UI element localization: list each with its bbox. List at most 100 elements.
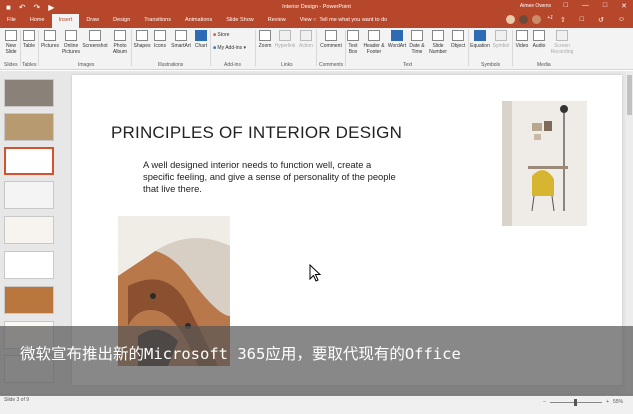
ribbon-tabs: File Home Insert Draw Design Transitions… xyxy=(0,14,319,28)
tab-home[interactable]: Home xyxy=(23,14,52,28)
group-label-slides: Slides xyxy=(4,62,18,68)
icons-button[interactable]: Icons xyxy=(152,30,168,49)
activity-icon[interactable]: ↺ xyxy=(598,16,604,24)
video-icon xyxy=(516,30,528,41)
slide-body-text[interactable]: A well designed interior needs to functi… xyxy=(143,159,405,195)
minimize-icon[interactable]: — xyxy=(582,2,589,10)
group-label-media: Media xyxy=(537,62,551,68)
avatar[interactable] xyxy=(519,15,529,24)
zoom-button[interactable]: Zoom xyxy=(257,30,273,49)
zoom-out-icon[interactable]: − xyxy=(543,399,546,405)
my-addins-icon: ■ xyxy=(213,45,217,51)
date-time-icon xyxy=(411,30,423,41)
tab-insert[interactable]: Insert xyxy=(51,14,80,28)
avatar[interactable] xyxy=(506,15,516,24)
user-name[interactable]: Aimee Owens xyxy=(520,3,551,9)
online-pictures-button[interactable]: Online Pictures xyxy=(61,30,81,55)
tab-design[interactable]: Design xyxy=(106,14,137,28)
video-button[interactable]: Video xyxy=(513,30,531,49)
scrollbar-thumb[interactable] xyxy=(627,75,632,115)
tab-file[interactable]: File xyxy=(0,14,23,28)
tell-me-box[interactable]: ○ Tell me what you want to do xyxy=(313,17,387,23)
slide-thumbnail[interactable] xyxy=(4,251,54,279)
wordart-button[interactable]: WordArt xyxy=(386,30,408,49)
avatar[interactable] xyxy=(532,15,542,24)
slide-title[interactable]: PRINCIPLES OF INTERIOR DESIGN xyxy=(111,123,402,143)
tab-review[interactable]: Review xyxy=(261,14,293,28)
share-icon[interactable]: ⇧ xyxy=(560,16,566,24)
smiley-icon[interactable]: ☺ xyxy=(618,16,625,24)
screen-recording-icon xyxy=(556,30,568,41)
zoom-slider-knob[interactable] xyxy=(574,398,578,406)
smartart-icon xyxy=(175,30,187,41)
group-label-comments: Comments xyxy=(319,62,344,68)
store-button[interactable]: ■ Store xyxy=(213,32,246,38)
equation-icon xyxy=(474,30,486,41)
screen-recording-button[interactable]: Screen Recording xyxy=(549,30,575,55)
slide-thumbnail[interactable] xyxy=(4,181,54,209)
window-controls: □ — □ ✕ xyxy=(564,2,627,10)
group-label-tables: Tables xyxy=(22,62,37,68)
new-slide-button[interactable]: New Slide xyxy=(3,30,19,55)
photo-album-button[interactable]: Photo Album xyxy=(110,30,130,55)
text-box-button[interactable]: Text Box xyxy=(346,30,360,55)
tab-slide-show[interactable]: Slide Show xyxy=(219,14,261,28)
maximize-icon[interactable]: □ xyxy=(603,2,607,10)
zoom-control: − + 55% xyxy=(543,398,623,406)
group-label-images: Images xyxy=(78,62,95,68)
date-time-button[interactable]: Date & Time xyxy=(408,30,426,55)
symbol-button[interactable]: Symbol xyxy=(491,30,511,49)
slide-thumbnail[interactable] xyxy=(4,216,54,244)
object-button[interactable]: Object xyxy=(449,30,467,49)
slide-number-button[interactable]: Slide Number xyxy=(427,30,449,55)
zoom-in-icon[interactable]: + xyxy=(606,399,609,405)
my-addins-button[interactable]: ■ My Add-ins ▾ xyxy=(213,45,246,51)
photo-album-icon xyxy=(114,30,126,41)
room-photo[interactable] xyxy=(502,101,587,226)
comments-icon[interactable]: □ xyxy=(580,16,584,24)
title-bar: ■ ↶ ↷ ▶ Interior Design - PowerPoint Aim… xyxy=(0,0,633,28)
zoom-percent[interactable]: 55% xyxy=(613,399,623,405)
screenshot-button[interactable]: Screenshot xyxy=(81,30,109,49)
chart-button[interactable]: Chart xyxy=(193,30,209,49)
slide-thumbnail[interactable] xyxy=(4,79,54,107)
shapes-button[interactable]: Shapes xyxy=(132,30,152,49)
collaborator-count[interactable]: +1 xyxy=(547,15,553,24)
title-right-icons: ⇧ □ ↺ ☺ xyxy=(560,16,625,24)
header-footer-button[interactable]: Header & Footer xyxy=(362,30,386,55)
comment-button[interactable]: Comment xyxy=(318,30,344,49)
tab-transitions[interactable]: Transitions xyxy=(137,14,178,28)
hyperlink-button[interactable]: Hyperlink xyxy=(273,30,297,49)
group-label-symbols: Symbols xyxy=(481,62,501,68)
caption-text: 微软宣布推出新的Microsoft 365应用，要取代现有的Office xyxy=(20,345,461,363)
group-label-addins: Add-ins xyxy=(224,62,241,68)
smartart-button[interactable]: SmartArt xyxy=(169,30,193,49)
tab-draw[interactable]: Draw xyxy=(79,14,106,28)
table-button[interactable]: Table xyxy=(22,30,36,49)
powerpoint-window: ■ ↶ ↷ ▶ Interior Design - PowerPoint Aim… xyxy=(0,0,633,414)
header-footer-icon xyxy=(368,30,380,41)
slide-thumbnail[interactable] xyxy=(4,113,54,141)
action-icon xyxy=(300,30,312,41)
group-label-text: Text xyxy=(403,62,413,68)
icons-icon xyxy=(154,30,166,41)
chart-icon xyxy=(195,30,207,41)
pictures-button[interactable]: Pictures xyxy=(40,30,60,49)
ribbon-display-options-icon[interactable]: □ xyxy=(564,2,568,10)
addins-group: ■ Store ■ My Add-ins ▾ xyxy=(213,32,246,51)
slide-counter: Slide 3 of 9 xyxy=(4,397,30,403)
group-label-links: Links xyxy=(281,62,293,68)
shapes-icon xyxy=(136,30,148,41)
wordart-icon xyxy=(391,30,403,41)
equation-button[interactable]: Equation xyxy=(469,30,491,49)
audio-icon xyxy=(533,30,545,41)
action-button[interactable]: Action xyxy=(297,30,315,49)
slide-thumbnail[interactable] xyxy=(4,286,54,314)
audio-button[interactable]: Audio xyxy=(531,30,547,49)
zoom-slider[interactable] xyxy=(550,398,603,406)
slide-thumbnail[interactable] xyxy=(4,147,54,175)
close-icon[interactable]: ✕ xyxy=(621,2,627,10)
tab-animations[interactable]: Animations xyxy=(178,14,219,28)
room-illustration xyxy=(502,101,587,226)
screenshot-icon xyxy=(89,30,101,41)
